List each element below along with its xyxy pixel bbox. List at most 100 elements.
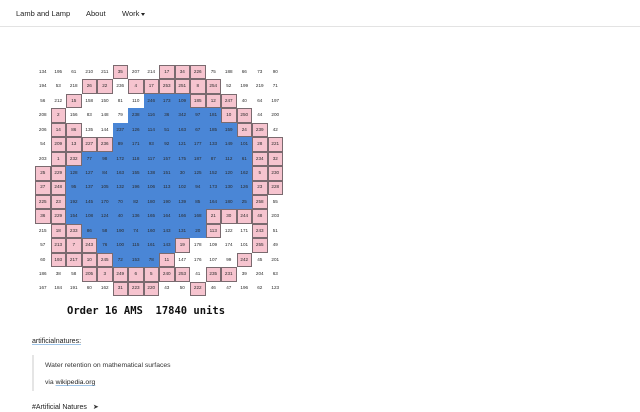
grid-cell: 155 — [128, 166, 144, 181]
grid-cell: 105 — [97, 180, 113, 195]
grid-cell: 145 — [81, 194, 97, 210]
grid-cell: 217 — [66, 252, 82, 268]
grid-cell: 156 — [66, 108, 82, 123]
grid-cell: 221 — [267, 137, 283, 152]
grid-cell: 178 — [190, 238, 206, 253]
grid-cell: 197 — [267, 93, 283, 109]
grid-cell: 56 — [35, 93, 51, 109]
grid-cell: 175 — [174, 151, 190, 167]
water-retention-grid: 134 195 61 210 211 35 207 214 17 34 226 75 188 66 73 90… — [35, 65, 283, 296]
grid-cell: 116 — [143, 108, 159, 123]
grid-cell: 223 — [128, 281, 144, 296]
grid-cell: 232 — [66, 151, 82, 167]
grid-cell: 153 — [128, 252, 144, 268]
grid-cell: 173 — [205, 180, 221, 195]
tag-line[interactable]: #Artificial Natures ➤ — [32, 403, 99, 411]
grid-cell: 239 — [252, 122, 268, 138]
grid-cell: 191 — [66, 281, 82, 296]
grid-cell: 117 — [143, 151, 159, 167]
navbar: Lamb and Lamp About Work — [0, 0, 640, 27]
share-arrow-icon[interactable]: ➤ — [93, 403, 99, 411]
grid-cell: 199 — [236, 79, 252, 94]
grid-cell: 11 — [159, 252, 175, 268]
grid-cell: 94 — [190, 180, 206, 195]
grid-cell: 86 — [66, 122, 82, 138]
grid-cell: 34 — [174, 65, 190, 80]
grid-cell: 101 — [236, 238, 252, 253]
grid-cell: 148 — [97, 108, 113, 123]
grid-cell: 222 — [190, 281, 206, 296]
grid-cell: 244 — [236, 209, 252, 224]
grid-cell: 177 — [190, 137, 206, 152]
grid-cell: 258 — [252, 194, 268, 210]
grid-cell: 206 — [35, 122, 51, 138]
grid-cell: 120 — [221, 166, 237, 181]
via-link[interactable]: wikipedia.org — [56, 379, 96, 386]
grid-cell: 102 — [174, 180, 190, 195]
grid-cell: 17 — [143, 79, 159, 94]
grid-cell: 242 — [236, 252, 252, 268]
grid-cell: 254 — [205, 79, 221, 94]
grid-cell: 45 — [252, 252, 268, 268]
grid-cell: 180 — [221, 194, 237, 210]
grid-cell: 10 — [81, 252, 97, 268]
nav-work-dropdown[interactable]: Work — [122, 9, 146, 18]
grid-cell: 230 — [267, 166, 283, 181]
grid-cell: 20 — [190, 223, 206, 239]
grid-cell: 81 — [112, 93, 128, 109]
grid-cell: 25 — [35, 166, 51, 181]
grid-cell: 165 — [143, 209, 159, 224]
grid-cell: 64 — [252, 93, 268, 109]
grid-cell: 108 — [81, 209, 97, 224]
grid-cell: 62 — [252, 281, 268, 296]
grid-cell: 13 — [66, 137, 82, 152]
grid-cell: 109 — [205, 238, 221, 253]
grid-cell: 46 — [205, 281, 221, 296]
grid-cell: 36 — [159, 108, 175, 123]
grid-cell: 168 — [190, 209, 206, 224]
grid-cell: 167 — [35, 281, 51, 296]
grid-cell: 57 — [35, 238, 51, 253]
grid-cell: 123 — [267, 281, 283, 296]
grid-cell: 225 — [35, 194, 51, 210]
grid-cell: 5 — [252, 166, 268, 181]
grid-cell: 5 — [143, 267, 159, 282]
grid-cell: 77 — [81, 151, 97, 167]
grid-cell: 243 — [81, 238, 97, 253]
via-prefix: via — [45, 379, 56, 386]
grid-cell: 187 — [190, 151, 206, 167]
grid-cell: 113 — [159, 180, 175, 195]
nav-brand-link[interactable]: Lamb and Lamp — [16, 9, 70, 18]
quote-text: Water retention on mathematical surfaces — [45, 362, 171, 369]
grid-cell: 24 — [236, 122, 252, 138]
grid-cell: 85 — [190, 194, 206, 210]
nav-work-label: Work — [122, 9, 140, 18]
grid-cell: 137 — [81, 180, 97, 195]
grid-cell: 31 — [112, 281, 128, 296]
grid-cell: 130 — [221, 180, 237, 195]
grid-cell: 122 — [221, 223, 237, 239]
grid-cell: 126 — [128, 122, 144, 138]
grid-cell: 115 — [128, 238, 144, 253]
grid-cell: 113 — [205, 223, 221, 239]
grid-cell: 61 — [66, 65, 82, 80]
grid-cell: 114 — [143, 122, 159, 138]
grid-cell: 143 — [159, 223, 175, 239]
grid-cell: 171 — [128, 137, 144, 152]
grid-cell: 207 — [128, 65, 144, 80]
grid-cell: 185 — [205, 122, 221, 138]
grid-cell: 18 — [50, 223, 66, 239]
nav-about-link[interactable]: About — [86, 9, 106, 18]
grid-cell: 209 — [50, 137, 66, 152]
grid-cell: 204 — [252, 267, 268, 282]
grid-cell: 147 — [174, 252, 190, 268]
grid-cell: 342 — [174, 108, 190, 123]
grid-cell: 247 — [221, 93, 237, 109]
grid-cell: 158 — [81, 93, 97, 109]
grid-cell: 192 — [66, 194, 82, 210]
grid-cell: 162 — [236, 166, 252, 181]
grid-cell: 60 — [35, 252, 51, 268]
caret-down-icon — [141, 12, 146, 16]
source-link[interactable]: artificialnatures: — [32, 338, 81, 345]
grid-cell: 238 — [128, 108, 144, 123]
